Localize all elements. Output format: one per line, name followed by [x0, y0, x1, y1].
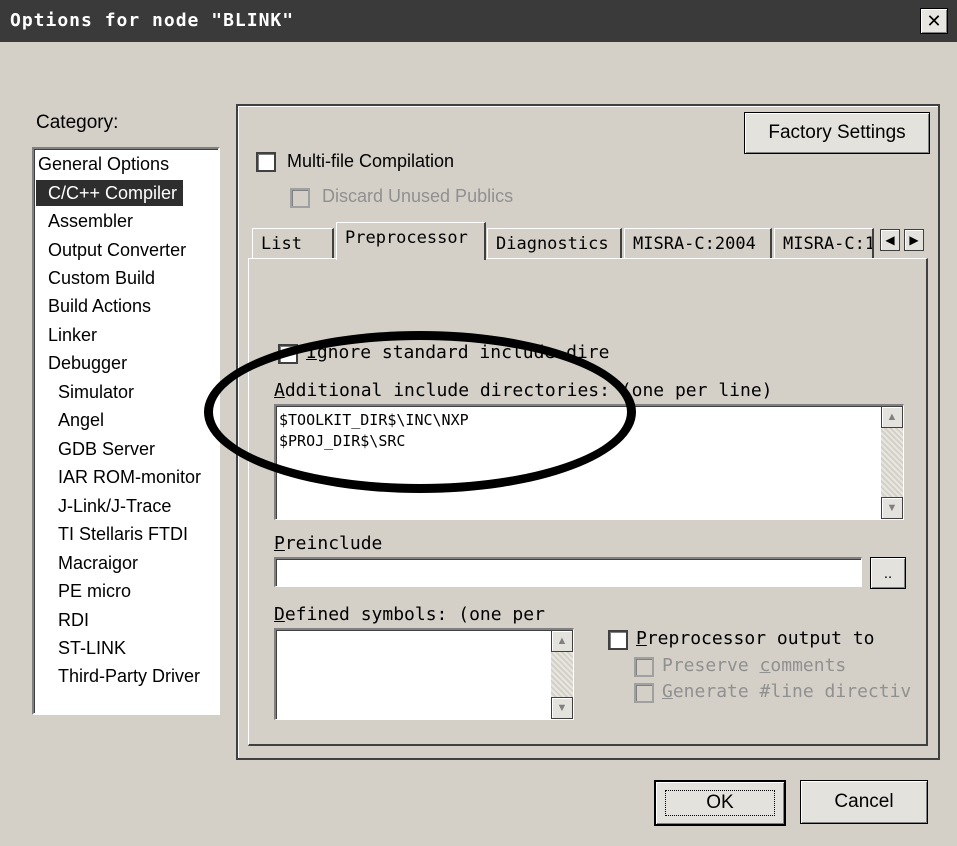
- category-item[interactable]: ST-LINK: [58, 635, 126, 661]
- defined-symbols-label: Defined symbols: (one per: [274, 604, 545, 625]
- scroll-up-button[interactable]: ▲: [881, 406, 903, 428]
- arrow-down-icon: ▼: [886, 502, 898, 514]
- additional-include-textarea[interactable]: $TOOLKIT_DIR$\INC\NXP $PROJ_DIR$\SRC ▲ ▼: [274, 404, 904, 520]
- category-item[interactable]: TI Stellaris FTDI: [58, 521, 188, 547]
- arrow-down-icon: ▼: [556, 702, 568, 714]
- category-item[interactable]: GDB Server: [58, 436, 155, 462]
- arrow-up-icon: ▲: [886, 411, 898, 423]
- arrow-up-icon: ▲: [556, 635, 568, 647]
- window-title: Options for node "BLINK": [10, 10, 295, 31]
- category-item[interactable]: Simulator: [58, 379, 134, 405]
- defined-symbols-textarea[interactable]: ▲ ▼: [274, 628, 574, 720]
- additional-include-label: Additional include directories: (one per…: [274, 380, 773, 401]
- title-bar: Options for node "BLINK": [0, 0, 957, 42]
- preinclude-input[interactable]: [274, 557, 862, 587]
- tab-misra-2004[interactable]: MISRA-C:2004: [624, 228, 772, 258]
- discard-unused-checkbox: [290, 188, 310, 208]
- category-item[interactable]: Macraigor: [58, 550, 138, 576]
- category-item[interactable]: Build Actions: [48, 293, 151, 319]
- include-line: $PROJ_DIR$\SRC: [279, 432, 406, 450]
- preserve-comments-label: Preserve comments: [662, 655, 847, 676]
- category-item[interactable]: RDI: [58, 607, 89, 633]
- ok-label: OK: [665, 790, 775, 816]
- preprocessor-output-checkbox[interactable]: [608, 630, 628, 650]
- category-item[interactable]: Angel: [58, 407, 104, 433]
- close-button[interactable]: ✕: [920, 8, 948, 34]
- factory-settings-button[interactable]: Factory Settings: [744, 112, 930, 154]
- category-label: Category:: [36, 112, 119, 133]
- preinclude-browse-button[interactable]: ..: [870, 557, 906, 589]
- include-line: $TOOLKIT_DIR$\INC\NXP: [279, 411, 469, 429]
- generate-line-label: Generate #line directiv: [662, 681, 912, 702]
- category-item[interactable]: Debugger: [48, 350, 127, 376]
- include-scrollbar[interactable]: ▲ ▼: [881, 406, 903, 519]
- scroll-down-button[interactable]: ▼: [881, 497, 903, 519]
- ignore-standard-include-checkbox[interactable]: [278, 344, 298, 364]
- cancel-button[interactable]: Cancel: [800, 780, 928, 824]
- tab-list[interactable]: List: [252, 228, 334, 258]
- category-item[interactable]: IAR ROM-monitor: [58, 464, 201, 490]
- multi-file-label: Multi-file Compilation: [287, 151, 455, 171]
- tab-scroll-left-button[interactable]: ◀: [880, 229, 900, 251]
- tab-preprocessor[interactable]: Preprocessor: [336, 222, 486, 260]
- ok-button[interactable]: OK: [654, 780, 786, 826]
- scroll-down-button[interactable]: ▼: [551, 697, 573, 719]
- category-list[interactable]: General Options C/C++ Compiler Assembler Ou…: [32, 147, 220, 715]
- preinclude-label: Preinclude: [274, 533, 383, 554]
- preserve-comments-checkbox: [634, 657, 654, 677]
- tab-diagnostics[interactable]: Diagnostics: [487, 228, 622, 258]
- category-item[interactable]: Assembler: [48, 208, 133, 234]
- tab-scroll-right-button[interactable]: ▶: [904, 229, 924, 251]
- category-item[interactable]: Linker: [48, 322, 97, 348]
- preprocessor-output-label: Preprocessor output to: [636, 628, 875, 649]
- ignore-standard-include-label: Ignore standard include dire: [306, 342, 610, 363]
- discard-unused-label: Discard Unused Publics: [322, 186, 514, 206]
- tab-misra-1998[interactable]: MISRA-C:1: [774, 228, 874, 258]
- category-item[interactable]: C/C++ Compiler: [36, 180, 184, 206]
- category-item[interactable]: PE micro: [58, 578, 131, 604]
- category-item[interactable]: Custom Build: [48, 265, 155, 291]
- category-item[interactable]: J-Link/J-Trace: [58, 493, 171, 519]
- generate-line-checkbox: [634, 683, 654, 703]
- category-item[interactable]: Output Converter: [48, 237, 186, 263]
- close-icon: ✕: [926, 10, 942, 32]
- category-item[interactable]: General Options: [38, 151, 169, 177]
- symbols-scrollbar[interactable]: ▲ ▼: [551, 630, 573, 719]
- multi-file-checkbox[interactable]: [256, 152, 276, 172]
- arrow-left-icon: ◀: [885, 233, 895, 247]
- category-item[interactable]: Third-Party Driver: [58, 663, 200, 689]
- arrow-right-icon: ▶: [909, 233, 919, 247]
- scroll-up-button[interactable]: ▲: [551, 630, 573, 652]
